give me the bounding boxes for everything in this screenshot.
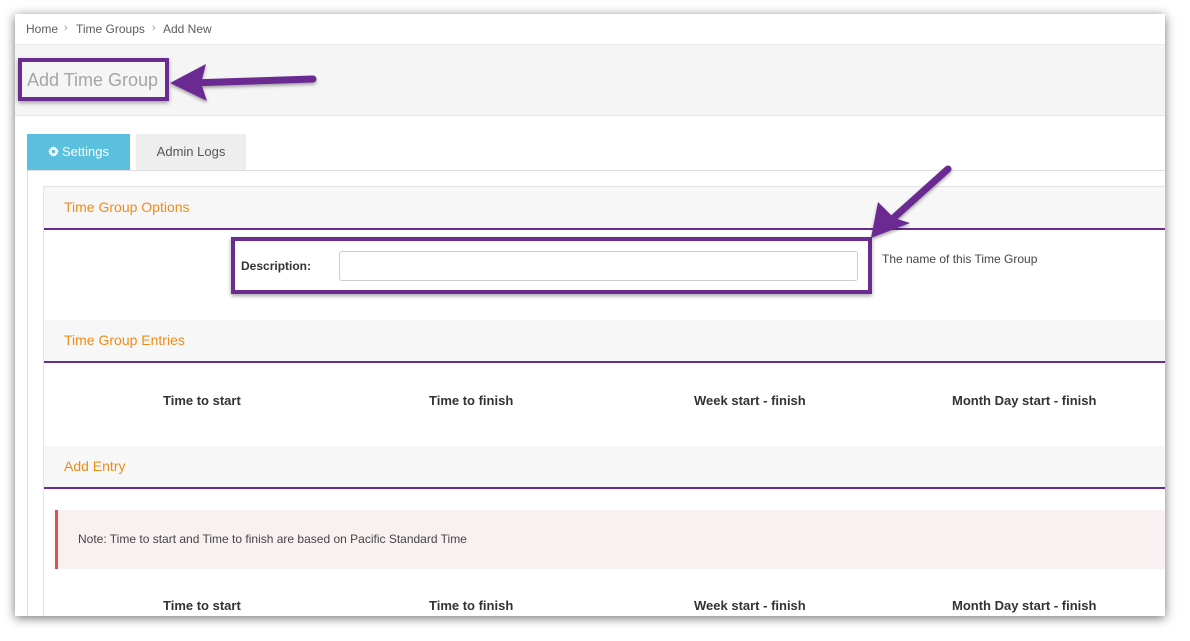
page-header: Add Time Group [15, 45, 1165, 116]
tab-admin-logs[interactable]: Admin Logs [136, 134, 246, 170]
gear-icon [48, 146, 59, 157]
section-heading: Add Entry [64, 458, 126, 474]
column-header-month-day-start-finish: Month Day start - finish [952, 393, 1097, 408]
note-text: Note: Time to start and Time to finish a… [78, 532, 467, 546]
column-header-week-start-finish: Week start - finish [694, 393, 806, 408]
column-header-time-to-finish: Time to finish [429, 393, 514, 408]
section-heading: Time Group Options [64, 199, 190, 215]
description-help-text: The name of this Time Group [882, 252, 1038, 266]
section-time-group-options: Time Group Options [44, 187, 1165, 230]
tab-settings[interactable]: Settings [27, 134, 130, 170]
breadcrumb-separator: › [64, 22, 68, 34]
breadcrumb-separator: › [152, 22, 156, 34]
column-header-time-to-start: Time to start [163, 393, 241, 408]
breadcrumb-home[interactable]: Home [26, 22, 58, 36]
column-header-month-day-start-finish: Month Day start - finish [952, 598, 1097, 613]
section-time-group-entries: Time Group Entries [44, 320, 1165, 363]
tab-settings-label: Settings [62, 144, 109, 159]
section-heading: Time Group Entries [64, 332, 185, 348]
app-window: Home › Time Groups › Add New Add Time Gr… [15, 14, 1165, 616]
column-header-time-to-finish: Time to finish [429, 598, 514, 613]
breadcrumb-add-new: Add New [163, 22, 212, 36]
column-header-week-start-finish: Week start - finish [694, 598, 806, 613]
breadcrumb: Home › Time Groups › Add New [15, 14, 1165, 45]
column-header-time-to-start: Time to start [163, 598, 241, 613]
description-highlight-box [231, 237, 872, 294]
section-add-entry: Add Entry [44, 446, 1165, 489]
breadcrumb-time-groups[interactable]: Time Groups [76, 22, 145, 36]
title-highlight-box [18, 58, 169, 101]
timezone-note: Note: Time to start and Time to finish a… [55, 510, 1165, 569]
